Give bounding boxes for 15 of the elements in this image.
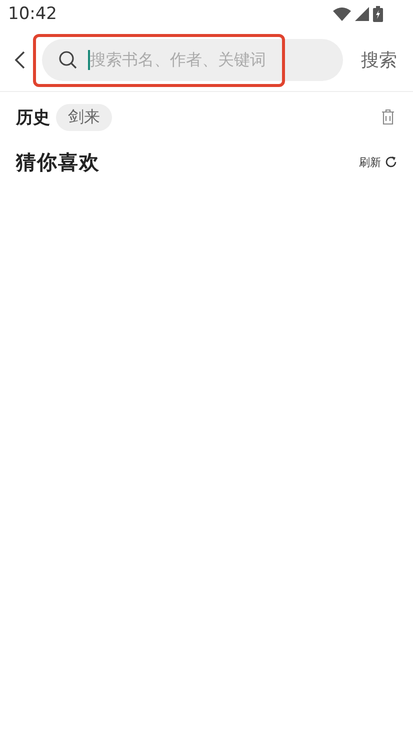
trash-icon[interactable] [381,109,395,125]
section-title: 猜你喜欢 [16,148,100,176]
search-icon [58,50,78,70]
signal-icon [355,7,369,21]
battery-icon [373,6,383,22]
history-chip[interactable]: 剑来 [56,104,112,130]
back-icon[interactable] [14,50,26,70]
refresh-icon [385,156,397,168]
refresh-button[interactable]: 刷新 [359,154,397,170]
history-title: 历史 [16,106,50,128]
status-time: 10:42 [8,4,57,24]
search-bar[interactable]: 搜索书名、作者、关键词 [42,38,343,80]
wifi-icon [333,7,351,21]
search-input[interactable]: 搜索书名、作者、关键词 [90,50,280,69]
search-button[interactable]: 搜索 [361,48,397,72]
